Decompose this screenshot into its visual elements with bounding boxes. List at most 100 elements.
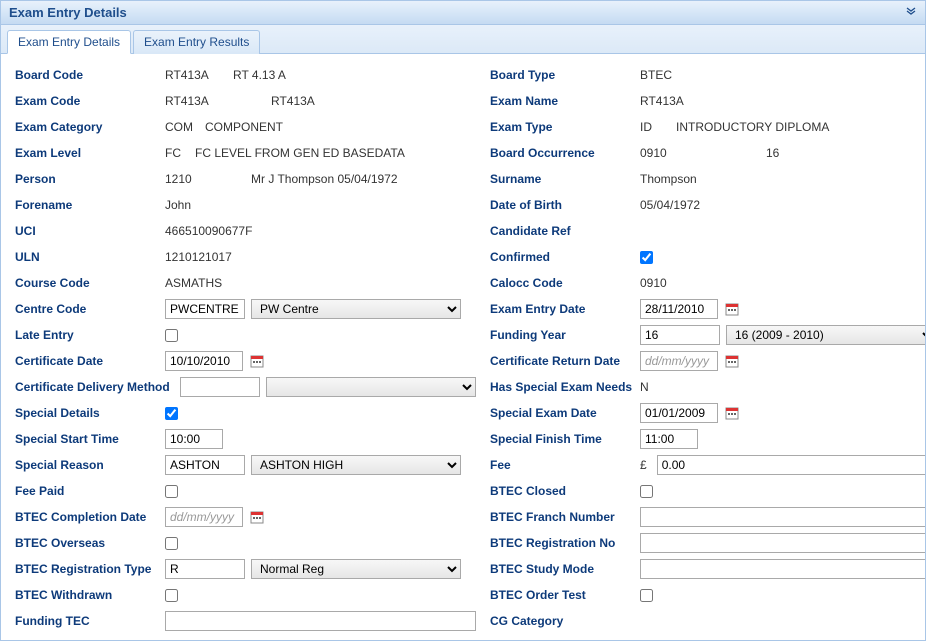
calendar-icon[interactable] — [249, 509, 265, 525]
value-course-code: ASMATHS — [165, 276, 222, 290]
label-exam-type: Exam Type — [490, 120, 640, 134]
exam-entry-details-panel: Exam Entry Details Exam Entry Details Ex… — [0, 0, 926, 641]
value-exam-name: RT413A — [640, 94, 684, 108]
tab-exam-entry-details[interactable]: Exam Entry Details — [7, 30, 131, 54]
value-forename: John — [165, 198, 191, 212]
label-uln: ULN — [15, 250, 165, 264]
label-late-entry: Late Entry — [15, 328, 165, 342]
panel-header: Exam Entry Details — [1, 1, 925, 25]
label-dob: Date of Birth — [490, 198, 640, 212]
special-reason-select[interactable]: ASHTON HIGH — [251, 455, 461, 475]
value-exam-code-1: RT413A — [165, 94, 265, 108]
value-person-2: Mr J Thompson 05/04/1972 — [251, 172, 398, 186]
label-btec-registration-type: BTEC Registration Type — [15, 562, 165, 576]
label-board-occurrence: Board Occurrence — [490, 146, 640, 160]
label-special-start-time: Special Start Time — [15, 432, 165, 446]
label-btec-overseas: BTEC Overseas — [15, 536, 165, 550]
label-btec-registration-no: BTEC Registration No — [490, 536, 640, 550]
special-start-time-input[interactable] — [165, 429, 223, 449]
calendar-icon[interactable] — [724, 405, 740, 421]
label-board-code: Board Code — [15, 68, 165, 82]
special-details-checkbox[interactable] — [165, 407, 178, 420]
funding-year-select[interactable]: 16 (2009 - 2010) — [726, 325, 926, 345]
label-surname: Surname — [490, 172, 640, 186]
calendar-icon[interactable] — [724, 353, 740, 369]
value-surname: Thompson — [640, 172, 697, 186]
value-has-special-exam-needs: N — [640, 380, 649, 394]
label-course-code: Course Code — [15, 276, 165, 290]
label-exam-name: Exam Name — [490, 94, 640, 108]
confirmed-checkbox[interactable] — [640, 251, 653, 264]
value-exam-level-1: FC — [165, 146, 189, 160]
label-exam-level: Exam Level — [15, 146, 165, 160]
btec-registration-type-select[interactable]: Normal Reg — [251, 559, 461, 579]
funding-year-input[interactable] — [640, 325, 720, 345]
label-special-exam-date: Special Exam Date — [490, 406, 640, 420]
label-special-finish-time: Special Finish Time — [490, 432, 640, 446]
btec-registration-no-input[interactable] — [640, 533, 926, 553]
certificate-return-date-input[interactable] — [640, 351, 718, 371]
special-reason-input[interactable] — [165, 455, 245, 475]
btec-closed-checkbox[interactable] — [640, 485, 653, 498]
fee-input[interactable] — [657, 455, 926, 475]
centre-code-select[interactable]: PW Centre — [251, 299, 461, 319]
btec-completion-date-input[interactable] — [165, 507, 243, 527]
special-finish-time-input[interactable] — [640, 429, 698, 449]
btec-withdrawn-checkbox[interactable] — [165, 589, 178, 602]
label-fee-paid: Fee Paid — [15, 484, 165, 498]
late-entry-checkbox[interactable] — [165, 329, 178, 342]
btec-order-test-checkbox[interactable] — [640, 589, 653, 602]
label-btec-order-test: BTEC Order Test — [490, 588, 640, 602]
btec-overseas-checkbox[interactable] — [165, 537, 178, 550]
certificate-delivery-method-input[interactable] — [180, 377, 260, 397]
special-exam-date-input[interactable] — [640, 403, 718, 423]
value-uln: 1210121017 — [165, 250, 232, 264]
tab-exam-entry-results[interactable]: Exam Entry Results — [133, 30, 260, 54]
label-confirmed: Confirmed — [490, 250, 640, 264]
collapse-icon[interactable] — [905, 5, 917, 20]
label-exam-category: Exam Category — [15, 120, 165, 134]
label-funding-tec: Funding TEC — [15, 614, 165, 628]
value-board-occurrence-2: 16 — [766, 146, 779, 160]
value-board-occurrence-1: 0910 — [640, 146, 760, 160]
label-uci: UCI — [15, 224, 165, 238]
btec-franch-number-input[interactable] — [640, 507, 926, 527]
centre-code-input[interactable] — [165, 299, 245, 319]
label-calocc-code: Calocc Code — [490, 276, 640, 290]
value-board-type: BTEC — [640, 68, 672, 82]
value-board-code-1: RT413A — [165, 68, 227, 82]
calendar-icon[interactable] — [724, 301, 740, 317]
label-fee: Fee — [490, 458, 640, 472]
label-btec-study-mode: BTEC Study Mode — [490, 562, 640, 576]
label-certificate-date: Certificate Date — [15, 354, 165, 368]
label-certificate-delivery-method: Certificate Delivery Method — [15, 380, 180, 394]
label-special-details: Special Details — [15, 406, 165, 420]
value-person-1: 1210 — [165, 172, 245, 186]
label-btec-franch-number: BTEC Franch Number — [490, 510, 640, 524]
value-exam-type-2: INTRODUCTORY DIPLOMA — [676, 120, 829, 134]
label-cg-category: CG Category — [490, 614, 640, 628]
fee-currency: £ — [640, 458, 647, 472]
certificate-delivery-method-select[interactable] — [266, 377, 476, 397]
value-dob: 05/04/1972 — [640, 198, 700, 212]
value-exam-type-1: ID — [640, 120, 670, 134]
funding-tec-input[interactable] — [165, 611, 476, 631]
calendar-icon[interactable] — [249, 353, 265, 369]
label-exam-code: Exam Code — [15, 94, 165, 108]
exam-entry-date-input[interactable] — [640, 299, 718, 319]
btec-registration-type-input[interactable] — [165, 559, 245, 579]
label-special-reason: Special Reason — [15, 458, 165, 472]
certificate-date-input[interactable] — [165, 351, 243, 371]
value-exam-category-2: COMPONENT — [205, 120, 283, 134]
label-board-type: Board Type — [490, 68, 640, 82]
fee-paid-checkbox[interactable] — [165, 485, 178, 498]
panel-title: Exam Entry Details — [9, 5, 127, 20]
label-has-special-exam-needs: Has Special Exam Needs — [490, 380, 640, 394]
label-certificate-return-date: Certificate Return Date — [490, 354, 640, 368]
label-btec-completion-date: BTEC Completion Date — [15, 510, 165, 524]
label-btec-withdrawn: BTEC Withdrawn — [15, 588, 165, 602]
form-area: Board Code RT413A RT 4.13 A Board Type B… — [1, 54, 925, 641]
value-board-code-2: RT 4.13 A — [233, 68, 286, 82]
label-forename: Forename — [15, 198, 165, 212]
btec-study-mode-input[interactable] — [640, 559, 926, 579]
